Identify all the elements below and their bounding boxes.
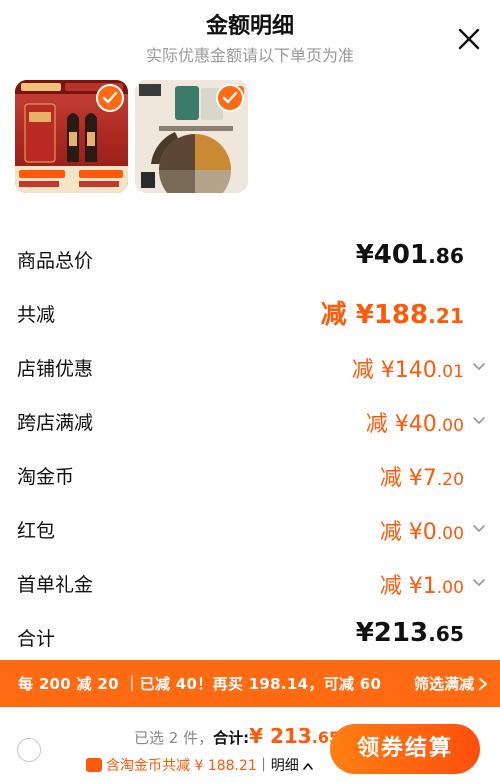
subtotal-value: ¥401.86 [355, 240, 464, 270]
row-label: 淘金币 [17, 466, 75, 488]
shop-discount-value: 减 ¥140.01 [351, 358, 464, 383]
promo-banner: 每 200 减 20 ｜已减 40！再买 198.14，可减 60 筛选满减 [0, 660, 500, 707]
header: 金额明细 实际优惠金额请以下单页为准 [0, 0, 500, 74]
selected-check-icon[interactable] [216, 84, 244, 112]
chevron-down-icon[interactable] [472, 522, 486, 536]
row-label: 红包 [17, 520, 56, 542]
chevron-up-icon[interactable] [303, 762, 314, 770]
chevron-down-icon[interactable] [472, 576, 486, 590]
selected-count: 已选 2 件， [134, 729, 214, 747]
checkout-button[interactable]: 领券结算 [330, 724, 480, 774]
row-grand-total: 合计 ¥213.65 [0, 618, 500, 658]
selection-summary: 已选 2 件，合计:¥ 213.65 [134, 724, 340, 748]
page-title: 金额明细 [205, 14, 294, 39]
detail-link[interactable]: ｜明细 [257, 758, 299, 774]
row-shop-discount[interactable]: 店铺优惠 减 ¥140.01 [0, 348, 500, 388]
coin-discount-summary[interactable]: 含淘金币共减 ¥ 188.21｜明细 [86, 755, 314, 775]
row-label: 合计 [17, 628, 56, 650]
first-order-gift-value: 减 ¥1.00 [379, 574, 464, 599]
cross-store-value: 减 ¥40.00 [365, 412, 464, 437]
grand-total-value: ¥213.65 [355, 618, 464, 648]
row-label: 共减 [17, 304, 56, 326]
promo-banner-text: 每 200 减 20 ｜已减 40！再买 198.14，可减 60 [18, 675, 382, 693]
row-first-order-gift[interactable]: 首单礼金 减 ¥1.00 [0, 564, 500, 604]
row-red-packet[interactable]: 红包 减 ¥0.00 [0, 510, 500, 550]
product-image-liquor[interactable] [15, 80, 128, 193]
row-subtotal: 商品总价 ¥401.86 [0, 240, 500, 280]
checkout-bar: 已选 2 件，合计:¥ 213.65 含淘金币共减 ¥ 188.21｜明细 领券… [0, 707, 500, 783]
row-label: 商品总价 [17, 250, 94, 272]
row-total-discount: 共减 减 ¥188.21 [0, 294, 500, 334]
row-label: 首单礼金 [17, 574, 94, 596]
chevron-down-icon[interactable] [472, 360, 486, 374]
total-amount: ¥ 213.65 [249, 724, 341, 748]
row-cross-store[interactable]: 跨店满减 减 ¥40.00 [0, 402, 500, 442]
row-label: 店铺优惠 [17, 358, 94, 380]
total-label: 合计: [213, 729, 250, 747]
chevron-down-icon[interactable] [472, 414, 486, 428]
row-label: 跨店满减 [17, 412, 94, 434]
selected-check-icon[interactable] [96, 84, 124, 112]
page-subtitle: 实际优惠金额请以下单页为准 [145, 46, 354, 65]
close-icon[interactable] [456, 26, 482, 52]
coin-discount-text: 含淘金币共减 ¥ 188.21 [106, 758, 257, 774]
product-image-grains[interactable] [135, 80, 248, 193]
taobao-coin-value: 减 ¥7.20 [379, 466, 464, 491]
coupon-icon [86, 758, 102, 772]
filter-discount-button[interactable]: 筛选满减 [414, 673, 474, 694]
red-packet-value: 减 ¥0.00 [379, 520, 464, 545]
total-discount-value: 减 ¥188.21 [320, 300, 464, 330]
chevron-right-icon[interactable] [478, 677, 488, 691]
row-taobao-coin: 淘金币 减 ¥7.20 [0, 456, 500, 496]
select-all-radio[interactable] [17, 738, 41, 762]
